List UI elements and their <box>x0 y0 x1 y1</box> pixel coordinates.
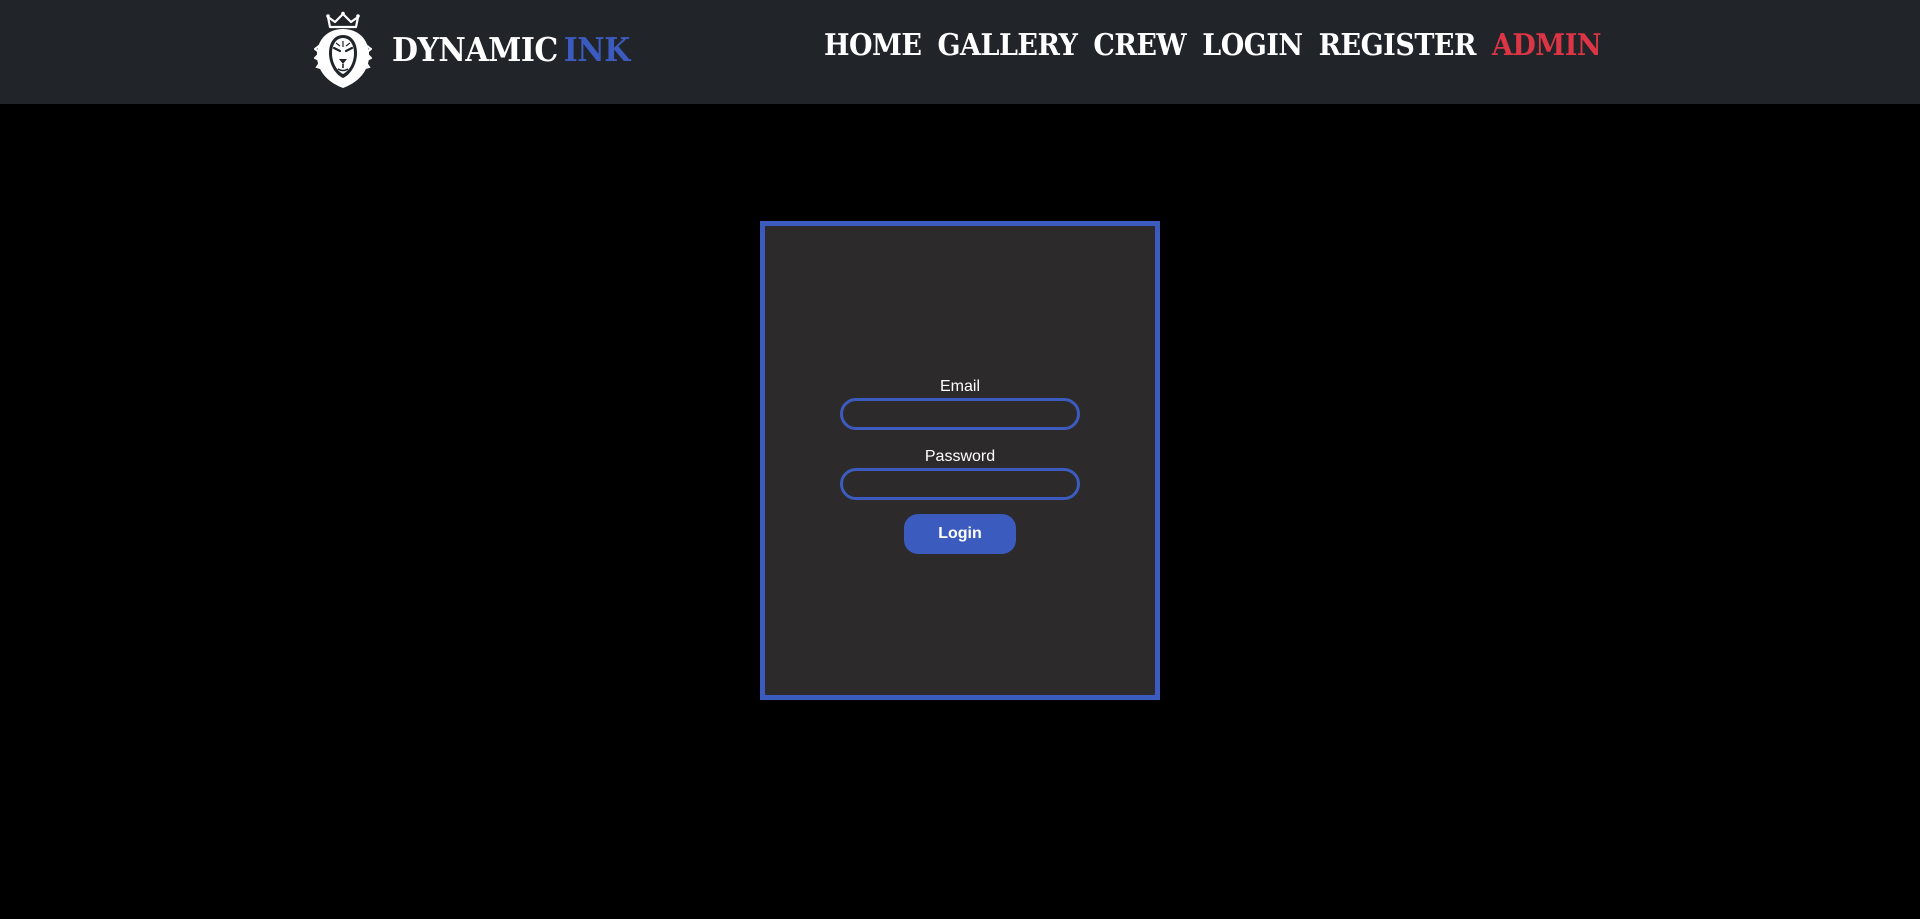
nav-admin[interactable]: ADMIN <box>1492 28 1602 63</box>
main-nav: HOME GALLERY CREW LOGIN REGISTER ADMIN <box>824 28 1602 63</box>
login-card: Email Password Login <box>760 221 1160 700</box>
crowned-lion-icon <box>314 11 372 88</box>
password-field[interactable] <box>840 468 1080 500</box>
login-button[interactable]: Login <box>904 514 1016 554</box>
brand[interactable]: DYNAMIC INK <box>314 10 630 90</box>
brand-name: DYNAMIC INK <box>392 31 630 70</box>
nav-gallery[interactable]: GALLERY <box>937 28 1077 63</box>
nav-crew[interactable]: CREW <box>1093 28 1186 63</box>
brand-name-main: DYNAMIC <box>392 30 558 70</box>
navbar: DYNAMIC INK HOME GALLERY CREW LOGIN REGIS… <box>0 0 1920 104</box>
password-label: Password <box>924 448 996 465</box>
email-field[interactable] <box>840 398 1080 430</box>
nav-login[interactable]: LOGIN <box>1202 28 1303 63</box>
nav-register[interactable]: REGISTER <box>1319 28 1477 63</box>
email-label: Email <box>939 378 980 395</box>
brand-name-accent: INK <box>563 30 631 70</box>
nav-home[interactable]: HOME <box>824 28 922 63</box>
login-form: Email Password Login <box>765 377 1155 554</box>
